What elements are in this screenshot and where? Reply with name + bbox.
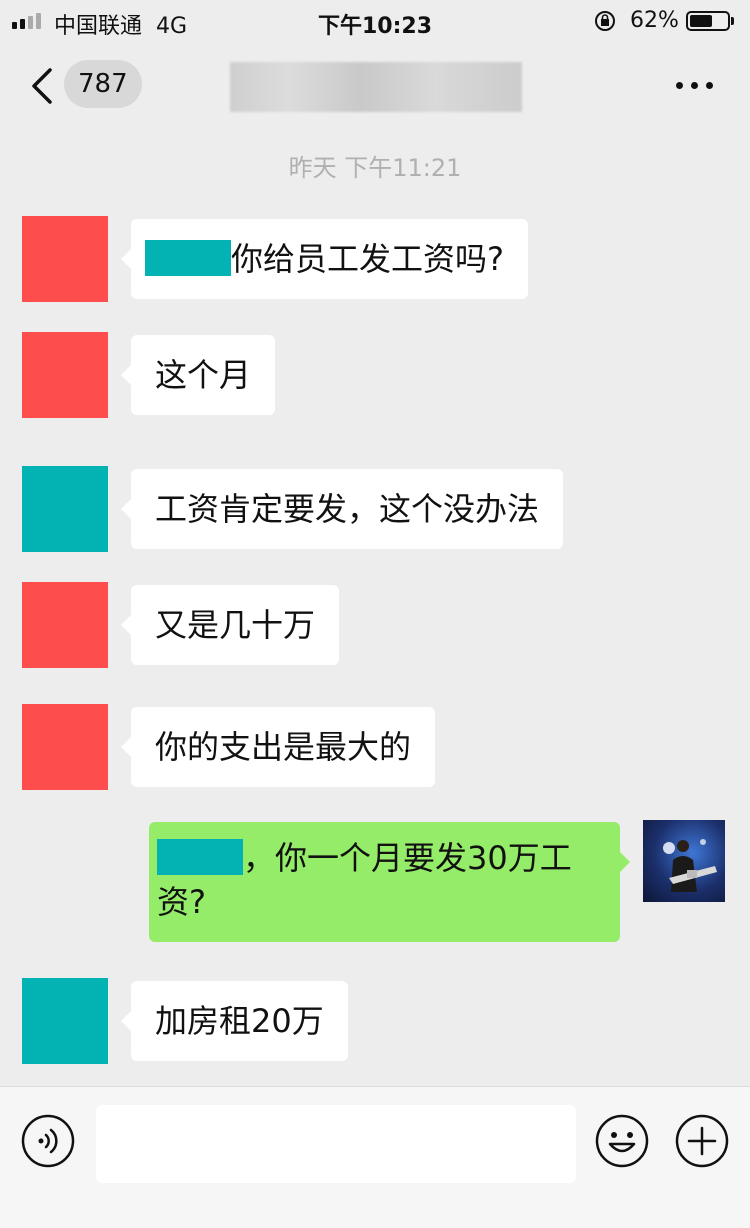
message-input[interactable] <box>96 1105 576 1183</box>
status-bar: 中国联通 4G 下午10:23 62% <box>0 0 750 44</box>
battery-icon <box>686 11 730 31</box>
redacted-name <box>157 839 243 875</box>
chat-title-redacted <box>230 62 522 112</box>
contact-avatar[interactable] <box>22 978 108 1064</box>
message-bubble[interactable]: 工资肯定要发，这个没办法 <box>120 469 564 549</box>
contact-avatar[interactable] <box>22 704 108 790</box>
contact-avatar[interactable] <box>22 332 108 418</box>
nav-bar: 787 <box>0 44 750 128</box>
message-bubble[interactable]: 这个月 <box>120 335 276 415</box>
self-avatar[interactable] <box>643 820 725 902</box>
message-bubble[interactable]: 加房租20万 <box>121 981 348 1061</box>
redacted-name <box>145 240 231 276</box>
chevron-left-icon[interactable] <box>28 66 56 106</box>
message-bubble[interactable]: 你给员工发工资吗? <box>121 219 528 299</box>
message-bubble[interactable]: 你的支出是最大的 <box>120 707 436 787</box>
ellipsis-icon[interactable] <box>676 82 713 89</box>
plus-icon[interactable] <box>675 1114 729 1168</box>
contact-avatar[interactable] <box>22 466 108 552</box>
input-bar <box>0 1086 750 1228</box>
contact-avatar[interactable] <box>22 216 108 302</box>
message-bubble[interactable]: 又是几十万 <box>120 585 340 665</box>
message-timestamp: 昨天 下午11:21 <box>288 154 462 182</box>
self-message-bubble[interactable]: ，你一个月要发30万工资? <box>149 822 630 942</box>
orientation-lock-icon <box>595 11 615 31</box>
battery-percent: 62% <box>630 8 679 33</box>
unread-count-badge[interactable]: 787 <box>64 60 142 108</box>
voice-icon[interactable] <box>21 1114 75 1168</box>
emoji-icon[interactable] <box>595 1114 649 1168</box>
contact-avatar[interactable] <box>22 582 108 668</box>
